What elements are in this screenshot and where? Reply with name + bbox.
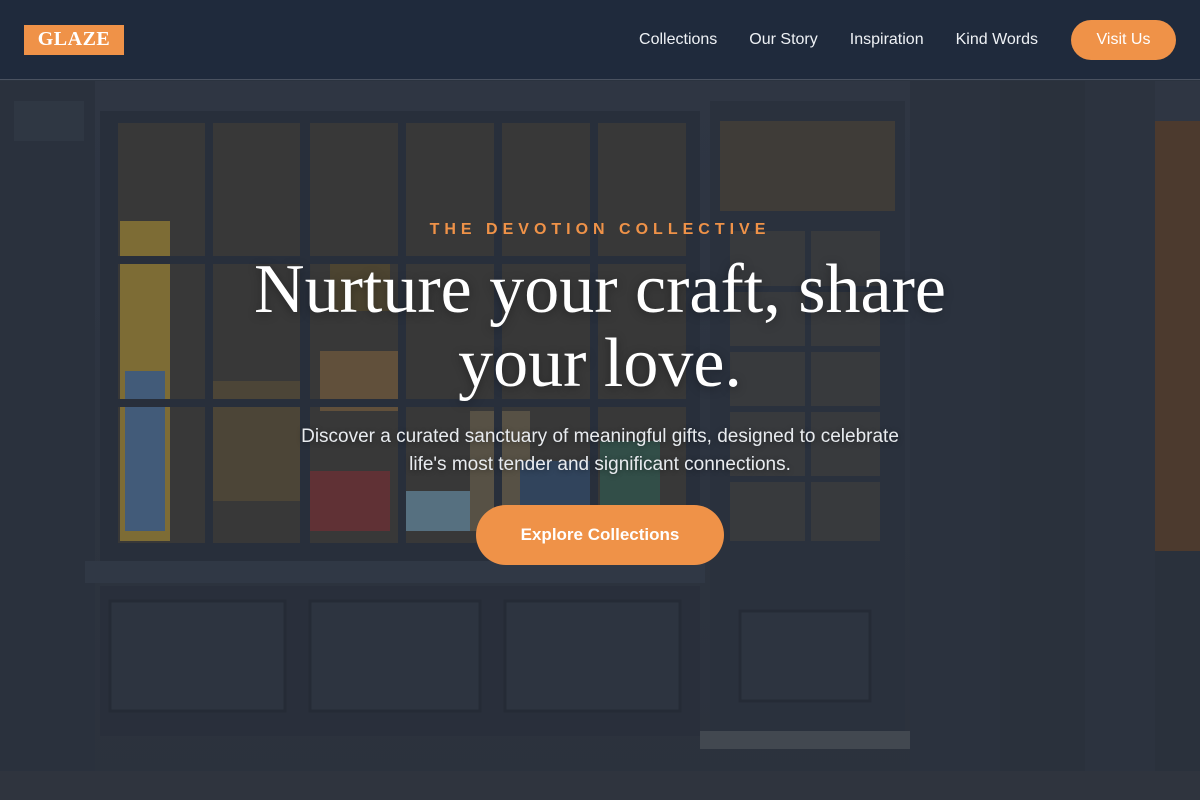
hero-subtext: Discover a curated sanctuary of meaningf… [301,426,899,475]
hero-section: THE DEVOTION COLLECTIVE Nurture your cra… [0,81,1200,800]
explore-collections-button[interactable]: Explore Collections [476,505,724,565]
visit-us-button[interactable]: Visit Us [1071,19,1176,60]
hero-eyebrow: THE DEVOTION COLLECTIVE [429,221,771,238]
brand-logo[interactable]: GLAZE [24,24,124,55]
hero-content: THE DEVOTION COLLECTIVE Nurture your cra… [0,81,1200,800]
nav-link-inspiration[interactable]: Inspiration [850,31,924,49]
nav-links: Collections Our Story Inspiration Kind W… [639,19,1176,60]
nav-link-our-story[interactable]: Our Story [749,31,817,49]
hero-headline: Nurture your craft, share your love. [254,251,946,402]
nav-link-kind-words[interactable]: Kind Words [956,31,1038,49]
nav-link-collections[interactable]: Collections [639,31,717,49]
top-navigation: GLAZE Collections Our Story Inspiration … [0,0,1200,80]
